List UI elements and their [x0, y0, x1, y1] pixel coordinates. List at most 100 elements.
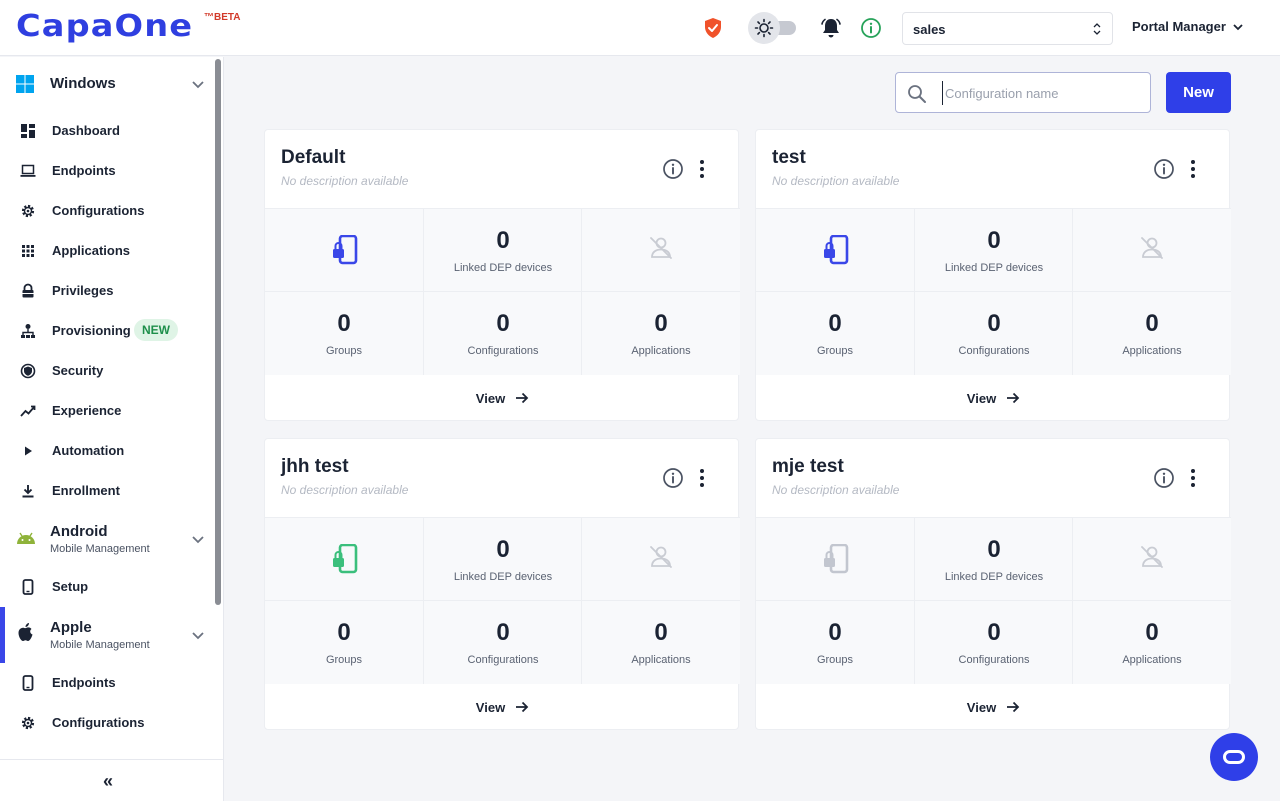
sidebar-item-configurations[interactable]: Configurations	[0, 196, 214, 226]
card-stats-grid: 0 Linked DEP devices 0 Groups 0 Configur…	[265, 517, 740, 684]
card-title: test	[772, 147, 806, 168]
apps-grid-icon	[22, 245, 34, 257]
device-lock-icon	[824, 544, 849, 574]
sidebar-footer: «	[0, 759, 223, 801]
linked-dep-label: Linked DEP devices	[453, 571, 553, 583]
info-icon[interactable]	[860, 17, 882, 39]
user-status-cell	[1073, 209, 1231, 292]
new-configuration-button[interactable]: New	[1166, 72, 1231, 113]
sidebar-item-security[interactable]: Security	[0, 356, 214, 386]
sidebar-item-apple-endpoints[interactable]: Endpoints	[0, 668, 214, 698]
sidebar-group-windows[interactable]: Windows	[0, 57, 214, 111]
arrow-right-icon	[516, 392, 529, 404]
search-input[interactable]	[942, 81, 1142, 105]
linked-dep-cell: 0 Linked DEP devices	[915, 209, 1073, 292]
applications-count: 0	[1145, 310, 1159, 337]
card-description: No description available	[281, 174, 409, 188]
linked-dep-cell: 0 Linked DEP devices	[915, 518, 1073, 601]
groups-count: 0	[337, 619, 351, 646]
more-vertical-icon[interactable]	[1190, 468, 1196, 488]
view-button[interactable]: View	[265, 374, 740, 422]
gear-icon	[21, 716, 35, 730]
card-title: Default	[281, 147, 346, 168]
groups-cell: 0 Groups	[756, 601, 914, 684]
sidebar-item-label: Endpoints	[52, 163, 116, 178]
applications-cell: 0 Applications	[1073, 601, 1231, 684]
sidebar-item-provisioning[interactable]: Provisioning NEW	[0, 316, 214, 346]
linked-dep-count: 0	[496, 536, 510, 563]
linked-dep-label: Linked DEP devices	[944, 571, 1044, 583]
collapse-sidebar-button[interactable]: «	[103, 771, 113, 792]
user-menu[interactable]: Portal Manager	[1132, 19, 1244, 34]
sidebar-item-android-setup[interactable]: Setup	[0, 572, 214, 602]
info-icon[interactable]	[662, 158, 684, 180]
sidebar-item-label: Provisioning	[52, 323, 131, 338]
more-vertical-icon[interactable]	[1190, 159, 1196, 179]
groups-count: 0	[337, 310, 351, 337]
sun-icon	[754, 18, 774, 38]
user-menu-label: Portal Manager	[1132, 19, 1226, 34]
user-off-icon	[1141, 237, 1163, 259]
sidebar-group-title: Apple	[50, 619, 92, 636]
sidebar-item-dashboard[interactable]: Dashboard	[0, 116, 214, 146]
divider	[756, 291, 1231, 292]
info-icon[interactable]	[1153, 158, 1175, 180]
view-button[interactable]: View	[756, 374, 1231, 422]
sidebar-item-label: Experience	[52, 403, 122, 418]
search-field[interactable]	[895, 72, 1151, 113]
shield-icon[interactable]	[703, 17, 723, 39]
chevron-down-icon	[192, 81, 204, 89]
groups-label: Groups	[816, 345, 854, 357]
sidebar-item-label: Setup	[52, 579, 89, 594]
sidebar-item-experience[interactable]: Experience	[0, 396, 214, 426]
view-button-label: View	[475, 699, 506, 715]
card-title: mje test	[772, 456, 844, 477]
sidebar-item-enrollment[interactable]: Enrollment	[0, 476, 214, 506]
card-description: No description available	[281, 483, 409, 497]
sidebar-item-label: Automation	[52, 443, 125, 458]
brand-logo[interactable]: CapaOne ™BETA	[16, 10, 240, 44]
sidebar: Windows Dashboard Endpoints Configuratio…	[0, 57, 224, 801]
android-logo-icon	[17, 532, 35, 544]
theme-toggle[interactable]	[748, 12, 798, 44]
sidebar-group-title: Android	[50, 523, 108, 540]
configuration-card-mje-test: mje test No description available 0 Link…	[755, 438, 1231, 731]
info-icon[interactable]	[1153, 467, 1175, 489]
device-lock-icon	[333, 544, 358, 574]
view-button[interactable]: View	[265, 683, 740, 731]
linked-dep-count: 0	[987, 536, 1001, 563]
configurations-count: 0	[496, 310, 510, 337]
linked-dep-cell: 0 Linked DEP devices	[424, 209, 582, 292]
divider	[581, 518, 582, 684]
view-button[interactable]: View	[756, 683, 1231, 731]
organization-select[interactable]: sales	[902, 12, 1113, 45]
trend-icon	[20, 405, 36, 417]
divider	[1072, 209, 1073, 375]
applications-label: Applications	[631, 345, 691, 357]
info-icon[interactable]	[662, 467, 684, 489]
groups-label: Groups	[816, 654, 854, 666]
sidebar-item-privileges[interactable]: Privileges	[0, 276, 214, 306]
configurations-label: Configurations	[958, 654, 1030, 666]
bell-icon[interactable]	[820, 17, 842, 39]
sidebar-item-automation[interactable]: Automation	[0, 436, 214, 466]
divider	[1072, 518, 1073, 684]
divider	[265, 291, 740, 292]
applications-label: Applications	[1122, 345, 1182, 357]
play-icon	[25, 446, 32, 456]
chat-support-button[interactable]	[1210, 733, 1258, 781]
more-vertical-icon[interactable]	[699, 468, 705, 488]
sidebar-group-android[interactable]: Android Mobile Management	[0, 515, 214, 563]
arrow-right-icon	[1007, 392, 1020, 404]
sidebar-item-applications[interactable]: Applications	[0, 236, 214, 266]
applications-label: Applications	[1122, 654, 1182, 666]
device-lock-icon	[333, 235, 358, 265]
sidebar-group-apple[interactable]: Apple Mobile Management	[0, 611, 214, 659]
search-icon	[908, 85, 926, 103]
sidebar-item-endpoints[interactable]: Endpoints	[0, 156, 214, 186]
applications-cell: 0 Applications	[582, 292, 740, 375]
sidebar-item-label: Privileges	[52, 283, 114, 298]
sidebar-scrollbar[interactable]	[215, 59, 221, 605]
more-vertical-icon[interactable]	[699, 159, 705, 179]
sidebar-item-apple-configurations[interactable]: Configurations	[0, 708, 214, 738]
